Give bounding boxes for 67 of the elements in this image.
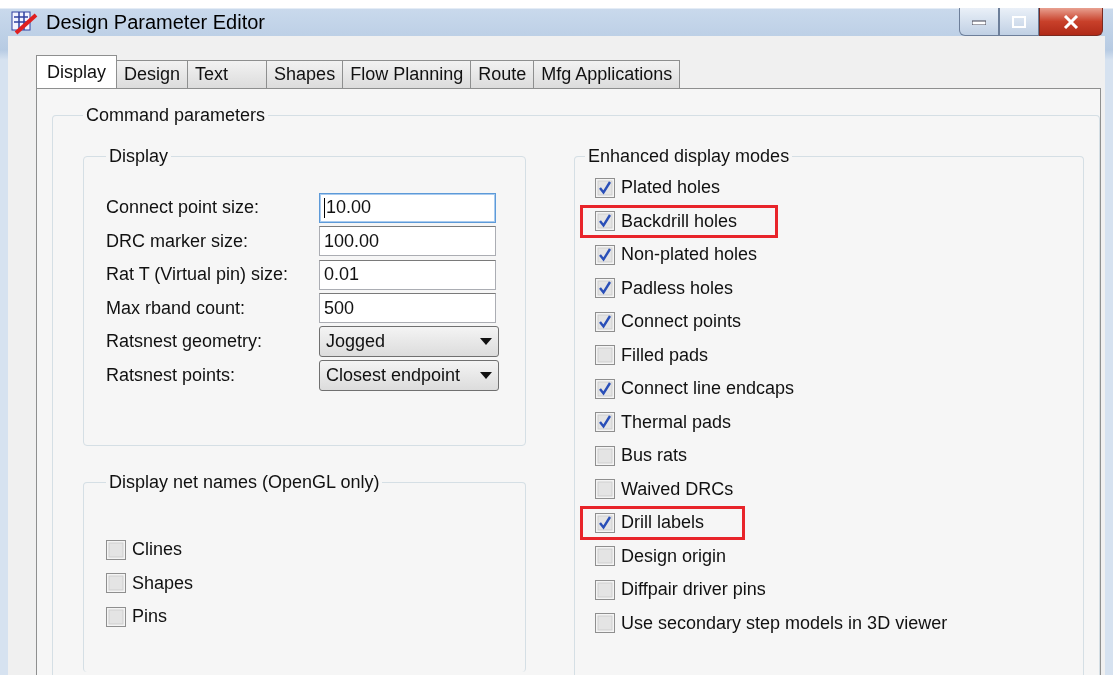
checkbox-label: Padless holes: [621, 277, 734, 299]
tab[interactable]: Route: [470, 60, 535, 88]
checkbox[interactable]: [595, 412, 615, 433]
checkbox-label: Use secondary step models in 3D viewer: [621, 612, 948, 634]
tab[interactable]: Text: [187, 60, 268, 88]
minimize-icon: [972, 18, 986, 25]
tab[interactable]: Mfg Applications: [533, 60, 681, 88]
group-title: Command parameters: [85, 105, 267, 126]
input-field[interactable]: 500: [319, 293, 496, 324]
window-title: Design Parameter Editor: [46, 10, 265, 34]
checkbox-label: Design origin: [621, 545, 727, 567]
app-icon: [10, 9, 38, 35]
close-button[interactable]: [1039, 8, 1103, 36]
field-label: DRC marker size:: [106, 230, 249, 252]
checkbox[interactable]: [595, 512, 615, 533]
checkbox-label: Waived DRCs: [621, 478, 734, 500]
maximize-icon: [1012, 15, 1026, 28]
checkbox-label: Backdrill holes: [621, 210, 738, 232]
checkbox-label: Connect line endcaps: [621, 378, 795, 400]
checkbox[interactable]: [595, 546, 615, 567]
tab[interactable]: Display: [36, 55, 118, 88]
dropdown[interactable]: Closest endpoint: [319, 359, 499, 391]
input-field[interactable]: 0.01: [319, 259, 496, 290]
checkbox[interactable]: [106, 539, 126, 560]
caret-icon: [480, 338, 492, 346]
field-label: Ratsnest geometry:: [106, 331, 264, 353]
checkbox[interactable]: [595, 479, 615, 500]
checkbox-label: Filled pads: [621, 344, 709, 366]
checkbox[interactable]: [595, 445, 615, 466]
minimize-button[interactable]: [959, 8, 999, 36]
tab[interactable]: Design: [116, 60, 189, 88]
checkbox[interactable]: [106, 606, 126, 627]
checkbox-label: Connect points: [621, 311, 742, 333]
checkbox[interactable]: [595, 579, 615, 600]
checkbox-label: Drill labels: [621, 512, 705, 534]
group-title: Display net names (OpenGL only): [108, 472, 381, 493]
checkbox-label: Shapes: [132, 572, 194, 594]
tab[interactable]: Shapes: [266, 60, 344, 88]
tab[interactable]: Flow Planning: [342, 60, 472, 88]
field-label: Connect point size:: [106, 197, 261, 219]
checkbox[interactable]: [595, 244, 615, 265]
checkbox-label: Thermal pads: [621, 411, 732, 433]
field-label: Rat T (Virtual pin) size:: [106, 264, 290, 286]
checkbox-label: Clines: [132, 539, 183, 561]
checkbox[interactable]: [595, 613, 615, 634]
checkbox-label: Bus rats: [621, 445, 688, 467]
field-label: Ratsnest points:: [106, 364, 237, 386]
dropdown[interactable]: Jogged: [319, 326, 499, 358]
checkbox-label: Plated holes: [621, 177, 721, 199]
checkbox[interactable]: [595, 311, 615, 332]
checkbox-label: Diffpair driver pins: [621, 579, 766, 601]
group-title: Enhanced display modes: [587, 146, 791, 167]
maximize-button[interactable]: [999, 8, 1039, 36]
field-label: Max rband count:: [106, 297, 247, 319]
checkbox[interactable]: [595, 177, 615, 198]
checkbox[interactable]: [595, 345, 615, 366]
checkbox[interactable]: [595, 211, 615, 232]
close-icon: [1063, 14, 1079, 29]
checkbox[interactable]: [595, 378, 615, 399]
checkbox-label: Pins: [132, 606, 167, 628]
input-field[interactable]: 10.00: [319, 192, 496, 223]
checkbox[interactable]: [106, 573, 126, 594]
checkbox[interactable]: [595, 278, 615, 299]
checkbox-label: Non-plated holes: [621, 244, 758, 266]
input-field[interactable]: 100.00: [319, 226, 496, 257]
group-title: Display: [108, 146, 170, 167]
caret-icon: [480, 371, 492, 379]
